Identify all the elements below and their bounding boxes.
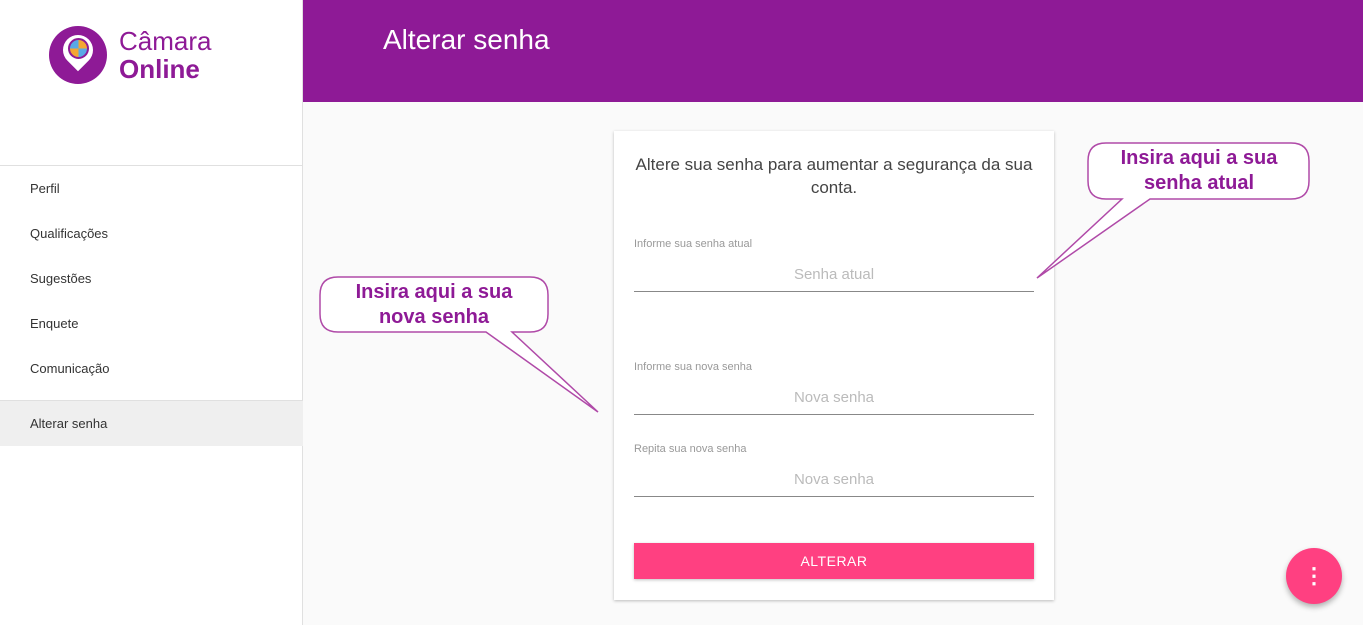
repeat-password-group: Repita sua nova senha <box>634 443 1034 497</box>
logo-line1: Câmara <box>119 26 212 56</box>
sidebar-item-alterar-senha[interactable]: Alterar senha <box>0 401 303 446</box>
sidebar-item-sugestoes[interactable]: Sugestões <box>0 256 303 301</box>
current-password-input[interactable] <box>634 258 1034 292</box>
callout-new-line1: Insira aqui a sua <box>355 281 513 303</box>
logo-line2: Online <box>119 54 200 84</box>
page-title: Alterar senha <box>383 24 550 55</box>
sidebar-item-enquete[interactable]: Enquete <box>0 301 303 346</box>
callout-current-text: Insira aqui a sua senha atual <box>1090 146 1308 196</box>
callout-new-line2: nova senha <box>378 306 490 328</box>
callout-current-line2: senha atual <box>1143 172 1255 194</box>
fab-more-button[interactable]: ⋮ <box>1286 548 1342 604</box>
logo-icon <box>49 26 107 84</box>
sidebar-item-comunicacao[interactable]: Comunicação <box>0 346 303 391</box>
more-vertical-icon: ⋮ <box>1303 563 1325 588</box>
new-password-group: Informe sua nova senha <box>634 361 1034 415</box>
card-intro-text: Altere sua senha para aumentar a seguran… <box>635 155 1033 197</box>
callout-new-bubble <box>319 276 599 413</box>
new-password-input[interactable] <box>634 381 1034 415</box>
repeat-password-input[interactable] <box>634 463 1034 497</box>
repeat-password-label: Repita sua nova senha <box>634 443 747 455</box>
page-header: Alterar senha <box>303 0 1363 102</box>
logo-text: Câmara Online <box>119 27 211 83</box>
current-password-group: Informe sua senha atual <box>634 238 1034 292</box>
current-password-label: Informe sua senha atual <box>634 238 753 250</box>
sidebar-item-perfil[interactable]: Perfil <box>0 166 303 211</box>
callout-new-text: Insira aqui a sua nova senha <box>322 280 546 330</box>
callout-current-bubble <box>1036 142 1310 279</box>
callout-current-line1: Insira aqui a sua <box>1120 147 1278 169</box>
change-password-card: Altere sua senha para aumentar a seguran… <box>614 131 1054 600</box>
sidebar-nav: Perfil Qualificações Sugestões Enquete C… <box>0 165 303 446</box>
sidebar-item-qualificacoes[interactable]: Qualificações <box>0 211 303 256</box>
new-password-label: Informe sua nova senha <box>634 361 753 373</box>
alterar-button[interactable]: ALTERAR <box>634 543 1034 579</box>
app-logo[interactable]: Câmara Online <box>49 26 211 84</box>
sidebar: Câmara Online Perfil Qualificações Suges… <box>0 0 303 625</box>
